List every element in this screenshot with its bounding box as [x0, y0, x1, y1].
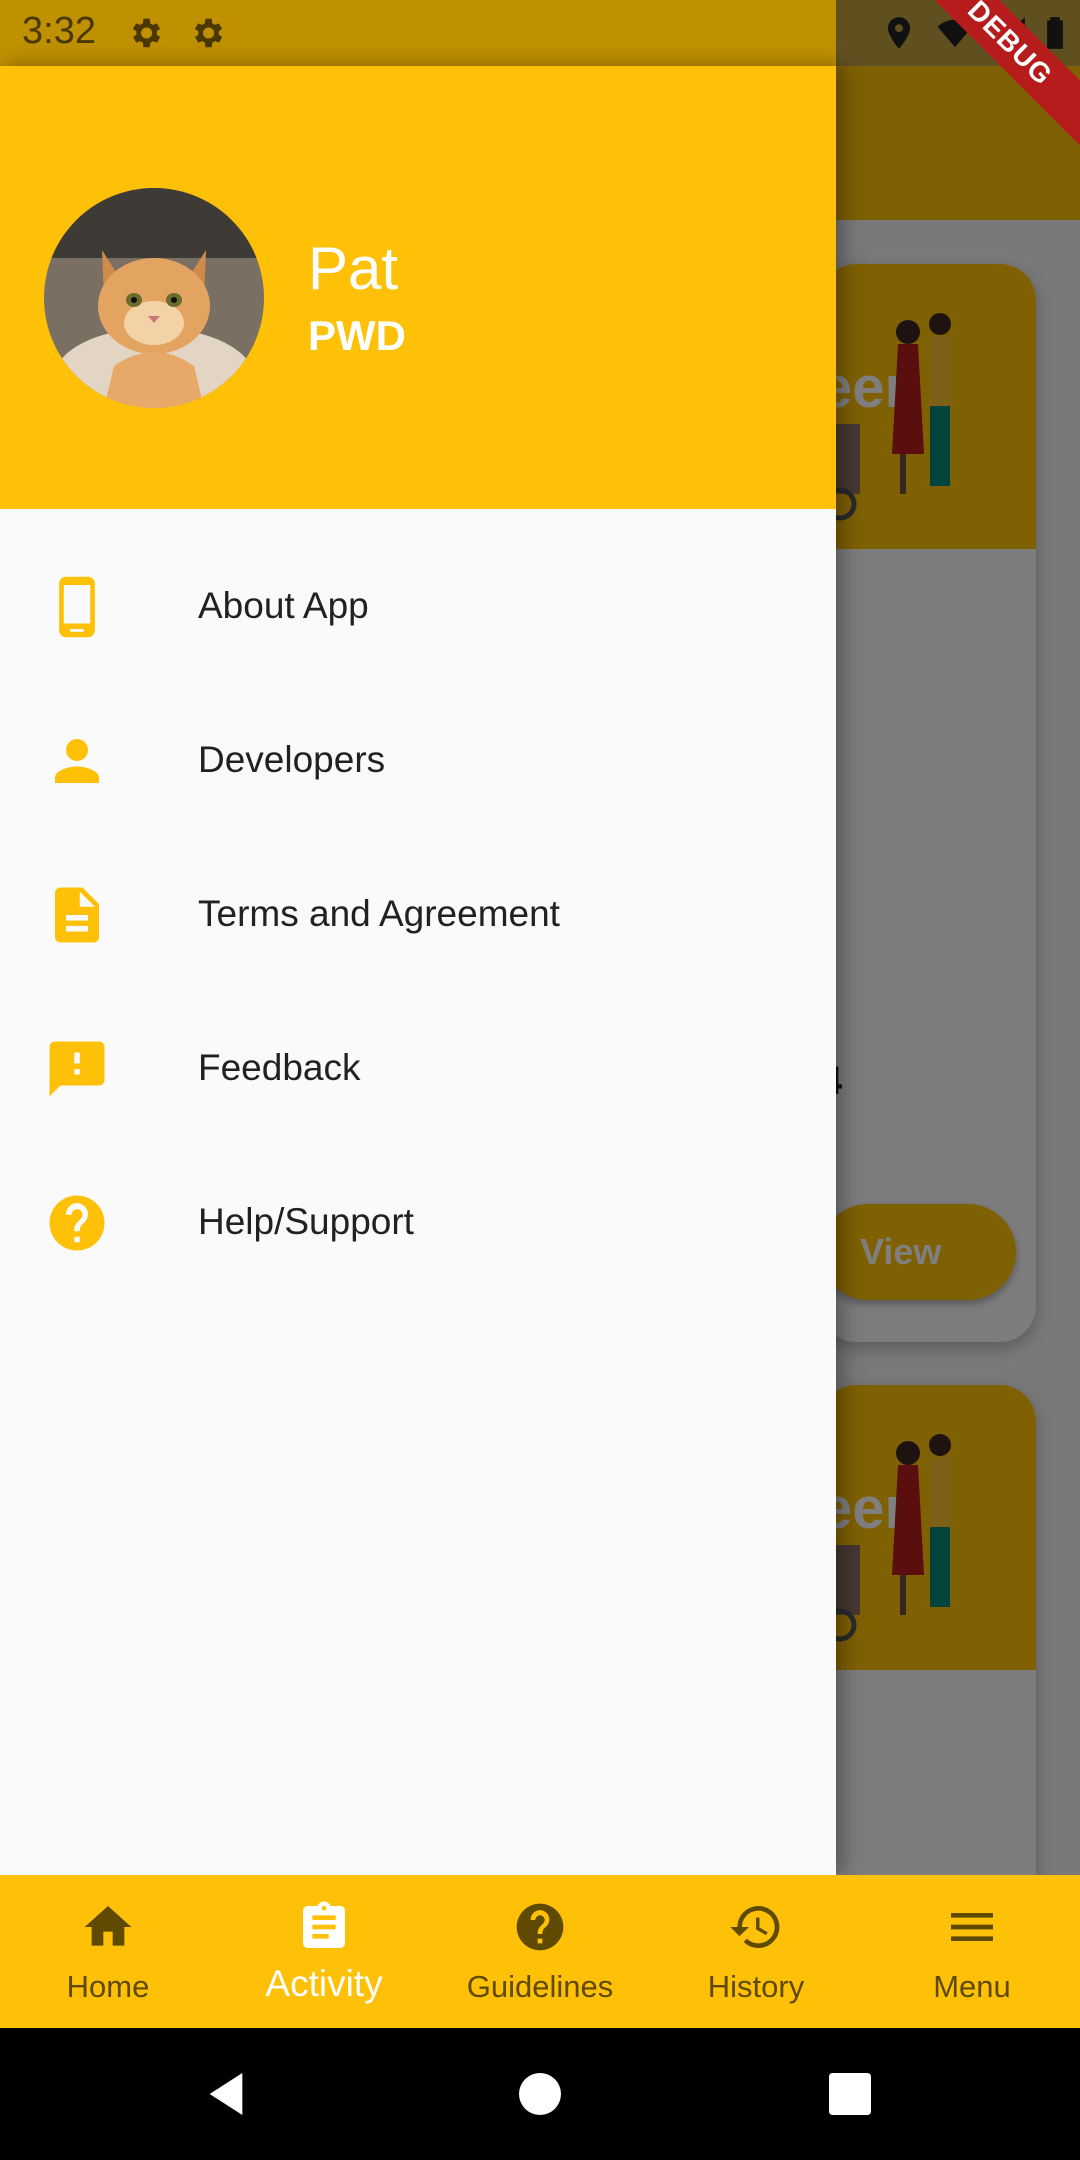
nav-menu[interactable]: Menu — [864, 1875, 1080, 2028]
help-icon — [516, 1903, 564, 1951]
document-icon — [55, 887, 99, 943]
person-icon — [55, 739, 99, 783]
settings-icon — [194, 18, 223, 48]
nav-label: History — [707, 1969, 805, 2004]
nav-activity[interactable]: Activity — [216, 1875, 432, 2028]
user-name: Pat — [308, 235, 399, 302]
drawer-item-label: About App — [198, 585, 369, 626]
settings-icon — [132, 18, 161, 48]
location-icon — [887, 17, 911, 49]
status-time: 3:32 — [22, 10, 96, 52]
status-bar: 3:32 — [0, 0, 1080, 66]
clipboard-icon — [303, 1901, 345, 1948]
drawer-item-about-app[interactable]: About App — [0, 531, 836, 685]
user-role: PWD — [308, 312, 406, 359]
avatar[interactable] — [44, 188, 264, 408]
nav-label: Guidelines — [466, 1969, 614, 2004]
drawer-item-developers[interactable]: Developers — [0, 685, 836, 839]
cat-avatar-icon — [44, 188, 264, 408]
drawer-header: Pat PWD — [0, 66, 836, 509]
home-icon — [84, 1906, 132, 1946]
system-navigation-bar — [0, 2028, 1080, 2160]
drawer-item-label: Developers — [198, 739, 386, 780]
phone-icon — [59, 576, 95, 638]
drawer-item-terms[interactable]: Terms and Agreement — [0, 839, 836, 993]
menu-icon — [951, 1913, 993, 1941]
back-icon[interactable] — [198, 2066, 254, 2122]
nav-label: Home — [66, 1969, 150, 2004]
drawer-item-label: Terms and Agreement — [198, 893, 560, 934]
navigation-drawer: Pat PWD About App Developers Terms and A… — [0, 66, 836, 1875]
drawer-item-label: Feedback — [198, 1047, 361, 1088]
nav-label: Activity — [265, 1963, 383, 2004]
home-button-icon[interactable] — [512, 2066, 568, 2122]
recents-icon[interactable] — [822, 2066, 878, 2122]
bottom-navigation: Home Activity Guidelines History Menu — [0, 1875, 1080, 2028]
drawer-item-feedback[interactable]: Feedback — [0, 993, 836, 1147]
history-icon — [730, 1905, 780, 1948]
nav-guidelines[interactable]: Guidelines — [432, 1875, 648, 2028]
feedback-icon — [49, 1041, 105, 1097]
drawer-item-help-support[interactable]: Help/Support — [0, 1147, 836, 1301]
nav-label: Menu — [933, 1969, 1011, 2004]
nav-home[interactable]: Home — [0, 1875, 216, 2028]
nav-history[interactable]: History — [648, 1875, 864, 2028]
help-icon — [49, 1195, 105, 1251]
drawer-item-label: Help/Support — [198, 1201, 414, 1242]
